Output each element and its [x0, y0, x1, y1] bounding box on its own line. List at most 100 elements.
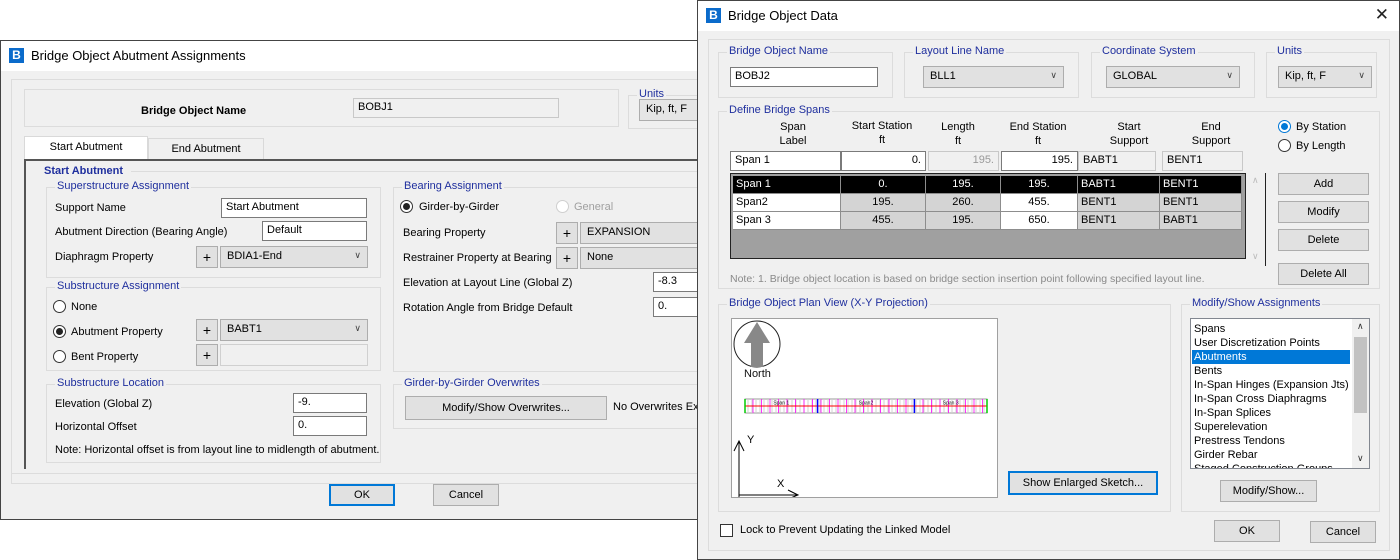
list-item[interactable]: In-Span Splices [1192, 406, 1350, 420]
add-span-button[interactable]: Add [1278, 173, 1369, 195]
spans-grid-scrollbar[interactable]: ∧ ∨ [1248, 173, 1266, 266]
cancel-button[interactable]: Cancel [433, 484, 499, 506]
units-select[interactable]: Kip, ft, F ∨ [1278, 66, 1372, 88]
show-enlarged-sketch-button[interactable]: Show Enlarged Sketch... [1008, 471, 1158, 495]
list-item[interactable]: Spans [1192, 322, 1350, 336]
ok-button[interactable]: OK [1214, 520, 1280, 542]
ok-button[interactable]: OK [329, 484, 395, 506]
radio-by-length[interactable] [1278, 139, 1291, 152]
location-note: Note: Horizontal offset is from layout l… [55, 444, 380, 456]
assignments-list[interactable]: Spans User Discretization Points Abutments… [1190, 318, 1370, 469]
edit-end-support-field[interactable]: BENT1 [1162, 151, 1243, 171]
restrainer-property-select[interactable]: None [580, 247, 705, 269]
list-item[interactable]: Prestress Tendons [1192, 434, 1350, 448]
layout-line-select[interactable]: BLL1 ∨ [923, 66, 1064, 88]
elevation-label: Elevation (Global Z) [55, 398, 153, 410]
diaphragm-property-label: Diaphragm Property [55, 251, 154, 263]
radio-none[interactable] [53, 300, 66, 313]
add-bent-property-button[interactable]: + [196, 344, 218, 366]
radio-general[interactable] [556, 200, 569, 213]
list-item[interactable]: Superelevation [1192, 420, 1350, 434]
radio-girder-by-girder[interactable] [400, 200, 413, 213]
cell-length: 195. [926, 176, 1001, 194]
scroll-up-icon[interactable]: ∧ [1357, 321, 1364, 332]
bearing-elevation-label: Elevation at Layout Line (Global Z) [403, 277, 573, 289]
coordinate-system-label: Coordinate System [1100, 45, 1198, 57]
header-line: End [1201, 121, 1221, 133]
list-item[interactable]: Bents [1192, 364, 1350, 378]
edit-span-label-input[interactable]: Span 1 [730, 151, 841, 171]
elevation-input[interactable]: -9. [293, 393, 367, 413]
header-line: Length [941, 121, 975, 133]
cell-end-support: BENT1 [1160, 194, 1242, 212]
add-bearing-property-button[interactable]: + [556, 222, 578, 244]
header-line: Start Station [851, 120, 913, 132]
bent-property-select[interactable] [220, 344, 368, 366]
modify-show-overwrites-button[interactable]: Modify/Show Overwrites... [405, 396, 607, 420]
cell-span-label: Span 1 [733, 176, 841, 194]
lock-checkbox[interactable] [720, 524, 733, 537]
footer-divider [11, 473, 701, 474]
modify-show-assignments-button[interactable]: Modify/Show... [1220, 480, 1317, 502]
support-name-input[interactable]: Start Abutment [221, 198, 367, 218]
list-item[interactable]: Girder Rebar [1192, 448, 1350, 462]
close-icon[interactable]: ✕ [1375, 5, 1389, 25]
list-item[interactable]: Staged Construction Groups [1192, 462, 1350, 468]
scroll-up-icon[interactable]: ∧ [1252, 175, 1259, 186]
add-abutment-property-button[interactable]: + [196, 319, 218, 341]
list-item[interactable]: In-Span Hinges (Expansion Jts) [1192, 378, 1350, 392]
radio-bent-property[interactable] [53, 350, 66, 363]
chevron-down-icon: ∨ [1226, 70, 1233, 80]
coordinate-system-select[interactable]: GLOBAL ∨ [1106, 66, 1240, 88]
app-icon: B [9, 48, 24, 63]
units-value: Kip, ft, F [1285, 70, 1326, 82]
scroll-down-icon[interactable]: ∨ [1357, 453, 1364, 464]
diaphragm-property-select[interactable]: BDIA1-End ∨ [220, 246, 368, 268]
bridge-object-name-input[interactable]: BOBJ2 [730, 67, 878, 87]
assignments-label: Modify/Show Assignments [1190, 297, 1323, 309]
modify-span-button[interactable]: Modify [1278, 201, 1369, 223]
list-item[interactable]: In-Span Cross Diaphragms [1192, 392, 1350, 406]
bearing-property-select[interactable]: EXPANSION [580, 222, 705, 244]
radio-bent-property-label: Bent Property [71, 351, 139, 363]
span-label: Span2 [859, 401, 874, 407]
assignments-scrollbar[interactable]: ∧ ∨ [1352, 319, 1369, 468]
cell-start-support: BENT1 [1078, 212, 1160, 230]
edit-end-station-input[interactable]: 195. [1001, 151, 1078, 171]
north-arrow-icon [733, 320, 781, 368]
axis-icon [733, 439, 800, 497]
cell-start-support: BABT1 [1078, 176, 1160, 194]
header-line: Label [779, 135, 807, 147]
plan-view-canvas[interactable]: North Span 1 Span2 Span 3 Y X [731, 318, 998, 498]
restrainer-property-label: Restrainer Property at Bearing [403, 252, 552, 264]
delete-span-button[interactable]: Delete [1278, 229, 1369, 251]
edit-length-input[interactable]: 195. [928, 151, 999, 171]
radio-by-station-label: By Station [1296, 121, 1347, 133]
layout-line-value: BLL1 [930, 70, 956, 82]
add-diaphragm-button[interactable]: + [196, 246, 218, 268]
radio-by-length-label: By Length [1296, 140, 1346, 152]
add-restrainer-property-button[interactable]: + [556, 247, 578, 269]
delete-all-spans-button[interactable]: Delete All [1278, 263, 1369, 285]
bridge-object-name-field[interactable]: BOBJ1 [353, 98, 559, 118]
abutment-direction-input[interactable]: Default [262, 221, 367, 241]
list-item[interactable]: User Discretization Points [1192, 336, 1350, 350]
tab-end-abutment[interactable]: End Abutment [148, 138, 264, 160]
header-end-support: End Support [1176, 120, 1246, 148]
radio-abutment-property[interactable] [53, 325, 66, 338]
cell-span-label: Span 3 [733, 212, 841, 230]
radio-girder-by-girder-label: Girder-by-Girder [419, 201, 500, 213]
horizontal-offset-input[interactable]: 0. [293, 416, 367, 436]
scroll-down-icon[interactable]: ∨ [1252, 251, 1259, 262]
tab-start-abutment[interactable]: Start Abutment [24, 136, 148, 160]
chevron-down-icon: ∨ [1358, 70, 1365, 80]
header-line: Support [1191, 135, 1231, 147]
edit-start-station-input[interactable]: 0. [841, 151, 926, 171]
abutment-property-select[interactable]: BABT1 ∨ [220, 319, 368, 341]
dialog-title: Bridge Object Abutment Assignments [31, 48, 246, 63]
scroll-thumb[interactable] [1354, 337, 1367, 413]
cancel-button[interactable]: Cancel [1310, 521, 1376, 543]
edit-start-support-field[interactable]: BABT1 [1078, 151, 1156, 171]
radio-by-station[interactable] [1278, 120, 1291, 133]
list-item[interactable]: Abutments [1192, 350, 1350, 364]
